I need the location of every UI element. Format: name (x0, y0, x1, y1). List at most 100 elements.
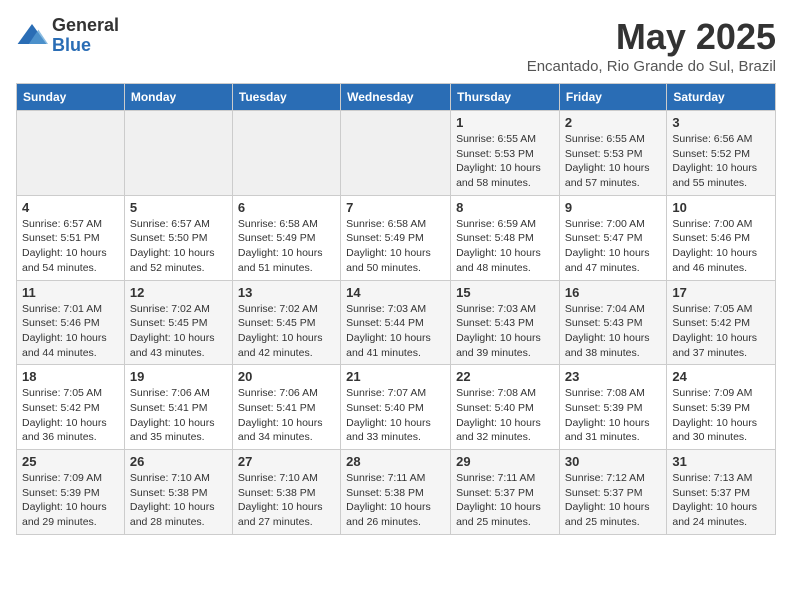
day-info: Sunrise: 7:08 AMSunset: 5:39 PMDaylight:… (565, 386, 661, 445)
day-info: Sunrise: 7:02 AMSunset: 5:45 PMDaylight:… (238, 302, 335, 361)
day-info: Sunrise: 7:07 AMSunset: 5:40 PMDaylight:… (346, 386, 445, 445)
day-info: Sunrise: 7:10 AMSunset: 5:38 PMDaylight:… (238, 471, 335, 530)
day-number: 4 (22, 200, 119, 215)
calendar-cell: 16 Sunrise: 7:04 AMSunset: 5:43 PMDayligh… (559, 280, 666, 365)
month-title: May 2025 (527, 16, 776, 58)
day-number: 2 (565, 115, 661, 130)
day-number: 14 (346, 285, 445, 300)
title-block: May 2025 Encantado, Rio Grande do Sul, B… (527, 16, 776, 75)
calendar-week-row: 18 Sunrise: 7:05 AMSunset: 5:42 PMDayligh… (17, 365, 776, 450)
day-info: Sunrise: 7:05 AMSunset: 5:42 PMDaylight:… (22, 386, 119, 445)
calendar-cell (341, 111, 451, 196)
logo: General Blue (16, 16, 119, 56)
day-info: Sunrise: 7:03 AMSunset: 5:44 PMDaylight:… (346, 302, 445, 361)
day-number: 30 (565, 454, 661, 469)
calendar-cell: 20 Sunrise: 7:06 AMSunset: 5:41 PMDayligh… (232, 365, 340, 450)
column-header-tuesday: Tuesday (232, 84, 340, 111)
day-number: 7 (346, 200, 445, 215)
day-number: 3 (672, 115, 770, 130)
calendar-cell (124, 111, 232, 196)
day-number: 10 (672, 200, 770, 215)
calendar-cell: 13 Sunrise: 7:02 AMSunset: 5:45 PMDayligh… (232, 280, 340, 365)
day-info: Sunrise: 7:12 AMSunset: 5:37 PMDaylight:… (565, 471, 661, 530)
calendar-cell: 26Sunrise: 7:10 AMSunset: 5:38 PMDayligh… (124, 450, 232, 535)
day-info: Sunrise: 7:11 AMSunset: 5:38 PMDaylight:… (346, 471, 445, 530)
calendar-cell: 19Sunrise: 7:06 AMSunset: 5:41 PMDayligh… (124, 365, 232, 450)
day-number: 12 (130, 285, 227, 300)
day-number: 29 (456, 454, 554, 469)
day-info: Sunrise: 6:57 AMSunset: 5:51 PMDaylight:… (22, 217, 119, 276)
calendar-cell: 6 Sunrise: 6:58 AMSunset: 5:49 PMDaylight… (232, 195, 340, 280)
day-info: Sunrise: 6:56 AMSunset: 5:52 PMDaylight:… (672, 132, 770, 191)
calendar-cell: 31Sunrise: 7:13 AMSunset: 5:37 PMDayligh… (667, 450, 776, 535)
day-info: Sunrise: 7:09 AMSunset: 5:39 PMDaylight:… (22, 471, 119, 530)
day-number: 15 (456, 285, 554, 300)
day-number: 8 (456, 200, 554, 215)
calendar-week-row: 25 Sunrise: 7:09 AMSunset: 5:39 PMDayligh… (17, 450, 776, 535)
day-number: 18 (22, 369, 119, 384)
day-number: 9 (565, 200, 661, 215)
day-info: Sunrise: 7:13 AMSunset: 5:37 PMDaylight:… (672, 471, 770, 530)
calendar-week-row: 1Sunrise: 6:55 AMSunset: 5:53 PMDaylight… (17, 111, 776, 196)
day-number: 25 (22, 454, 119, 469)
day-number: 17 (672, 285, 770, 300)
day-info: Sunrise: 7:02 AMSunset: 5:45 PMDaylight:… (130, 302, 227, 361)
day-number: 16 (565, 285, 661, 300)
day-info: Sunrise: 7:08 AMSunset: 5:40 PMDaylight:… (456, 386, 554, 445)
day-number: 23 (565, 369, 661, 384)
day-number: 28 (346, 454, 445, 469)
calendar-cell: 25 Sunrise: 7:09 AMSunset: 5:39 PMDayligh… (17, 450, 125, 535)
day-info: Sunrise: 7:09 AMSunset: 5:39 PMDaylight:… (672, 386, 770, 445)
calendar-cell: 7 Sunrise: 6:58 AMSunset: 5:49 PMDaylight… (341, 195, 451, 280)
calendar-cell: 12 Sunrise: 7:02 AMSunset: 5:45 PMDayligh… (124, 280, 232, 365)
day-number: 21 (346, 369, 445, 384)
calendar-cell (17, 111, 125, 196)
calendar-cell: 1Sunrise: 6:55 AMSunset: 5:53 PMDaylight… (451, 111, 560, 196)
calendar-cell: 5 Sunrise: 6:57 AMSunset: 5:50 PMDaylight… (124, 195, 232, 280)
day-info: Sunrise: 7:00 AMSunset: 5:47 PMDaylight:… (565, 217, 661, 276)
calendar-cell: 29 Sunrise: 7:11 AMSunset: 5:37 PMDayligh… (451, 450, 560, 535)
page-header: General Blue May 2025 Encantado, Rio Gra… (16, 16, 776, 75)
day-info: Sunrise: 7:05 AMSunset: 5:42 PMDaylight:… (672, 302, 770, 361)
calendar-cell: 22 Sunrise: 7:08 AMSunset: 5:40 PMDayligh… (451, 365, 560, 450)
calendar-week-row: 4 Sunrise: 6:57 AMSunset: 5:51 PMDaylight… (17, 195, 776, 280)
calendar-cell: 24 Sunrise: 7:09 AMSunset: 5:39 PMDayligh… (667, 365, 776, 450)
day-number: 24 (672, 369, 770, 384)
calendar-cell (232, 111, 340, 196)
logo-icon (16, 20, 48, 52)
day-info: Sunrise: 6:55 AMSunset: 5:53 PMDaylight:… (565, 132, 661, 191)
day-info: Sunrise: 7:00 AMSunset: 5:46 PMDaylight:… (672, 217, 770, 276)
logo-text: General Blue (52, 16, 119, 56)
day-number: 5 (130, 200, 227, 215)
column-header-monday: Monday (124, 84, 232, 111)
day-number: 22 (456, 369, 554, 384)
calendar-cell: 27Sunrise: 7:10 AMSunset: 5:38 PMDayligh… (232, 450, 340, 535)
day-info: Sunrise: 6:57 AMSunset: 5:50 PMDaylight:… (130, 217, 227, 276)
calendar-week-row: 11Sunrise: 7:01 AMSunset: 5:46 PMDayligh… (17, 280, 776, 365)
calendar-cell: 17 Sunrise: 7:05 AMSunset: 5:42 PMDayligh… (667, 280, 776, 365)
day-info: Sunrise: 6:58 AMSunset: 5:49 PMDaylight:… (238, 217, 335, 276)
day-number: 6 (238, 200, 335, 215)
day-number: 26 (130, 454, 227, 469)
column-header-friday: Friday (559, 84, 666, 111)
day-info: Sunrise: 6:58 AMSunset: 5:49 PMDaylight:… (346, 217, 445, 276)
calendar-cell: 14 Sunrise: 7:03 AMSunset: 5:44 PMDayligh… (341, 280, 451, 365)
calendar-cell: 8Sunrise: 6:59 AMSunset: 5:48 PMDaylight… (451, 195, 560, 280)
column-header-sunday: Sunday (17, 84, 125, 111)
calendar-cell: 4 Sunrise: 6:57 AMSunset: 5:51 PMDaylight… (17, 195, 125, 280)
calendar-cell: 18 Sunrise: 7:05 AMSunset: 5:42 PMDayligh… (17, 365, 125, 450)
calendar-cell: 23 Sunrise: 7:08 AMSunset: 5:39 PMDayligh… (559, 365, 666, 450)
day-info: Sunrise: 7:11 AMSunset: 5:37 PMDaylight:… (456, 471, 554, 530)
day-info: Sunrise: 7:03 AMSunset: 5:43 PMDaylight:… (456, 302, 554, 361)
calendar-header-row: SundayMondayTuesdayWednesdayThursdayFrid… (17, 84, 776, 111)
day-number: 13 (238, 285, 335, 300)
day-info: Sunrise: 6:55 AMSunset: 5:53 PMDaylight:… (456, 132, 554, 191)
day-number: 20 (238, 369, 335, 384)
calendar-cell: 28 Sunrise: 7:11 AMSunset: 5:38 PMDayligh… (341, 450, 451, 535)
day-info: Sunrise: 7:04 AMSunset: 5:43 PMDaylight:… (565, 302, 661, 361)
day-info: Sunrise: 7:06 AMSunset: 5:41 PMDaylight:… (238, 386, 335, 445)
calendar-cell: 11Sunrise: 7:01 AMSunset: 5:46 PMDayligh… (17, 280, 125, 365)
logo-blue: Blue (52, 36, 119, 56)
calendar-cell: 15 Sunrise: 7:03 AMSunset: 5:43 PMDayligh… (451, 280, 560, 365)
location-subtitle: Encantado, Rio Grande do Sul, Brazil (527, 58, 776, 75)
